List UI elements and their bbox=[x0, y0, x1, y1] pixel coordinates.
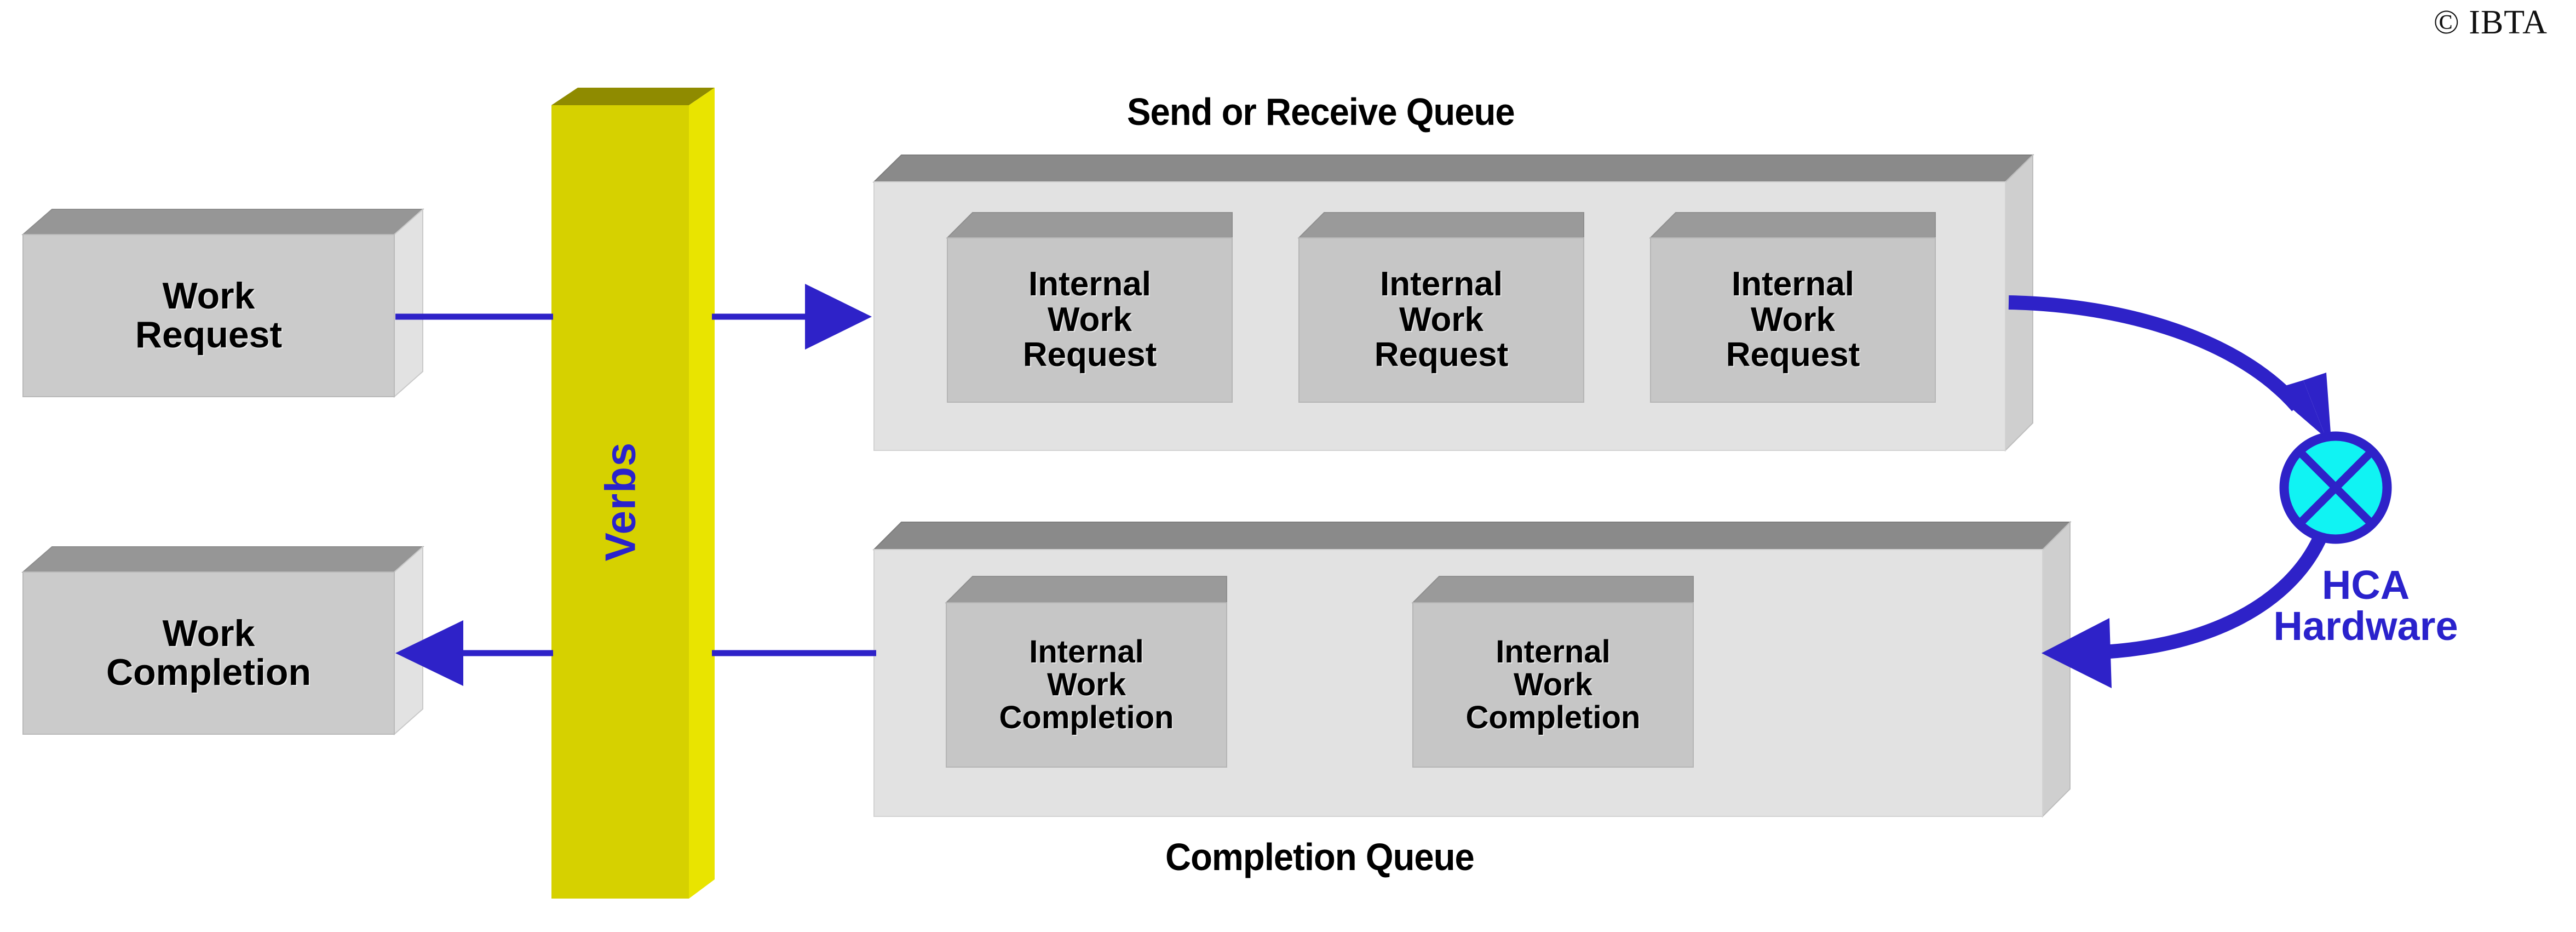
iwc1-line3: Completion bbox=[999, 700, 1174, 736]
iwr1-line3: Request bbox=[1022, 336, 1157, 374]
internal-work-completion-2-label: Internal Work Completion bbox=[1413, 603, 1693, 767]
work-completion-label-line2: Completion bbox=[106, 651, 311, 693]
iwc2-line2: Work bbox=[1514, 666, 1592, 702]
work-request-label-container: Work Request bbox=[23, 235, 394, 397]
iwr3-line2: Work bbox=[1751, 300, 1835, 339]
hca-hardware-label: HCA Hardware bbox=[2223, 564, 2508, 647]
work-completion-face: Work Completion bbox=[23, 572, 394, 734]
iwr2-line1: Internal bbox=[1380, 265, 1503, 304]
send-receive-queue-title: Send or Receive Queue bbox=[1127, 90, 1515, 133]
internal-work-request-2-label: Internal Work Request bbox=[1299, 238, 1584, 402]
iwr3-line3: Request bbox=[1726, 336, 1860, 374]
iwc2-line1: Internal bbox=[1496, 633, 1611, 670]
internal-work-request-3-label: Internal Work Request bbox=[1651, 238, 1935, 402]
iwr2-face: Internal Work Request bbox=[1299, 238, 1584, 402]
diagram-canvas: © IBTA Work Request Work Completion Verb… bbox=[0, 0, 2576, 932]
work-request-face: Work Request bbox=[23, 235, 394, 397]
iwc1-line2: Work bbox=[1047, 666, 1126, 702]
iwr1-face: Internal Work Request bbox=[947, 238, 1232, 402]
connector-verbs-to-send-receive-queue bbox=[712, 284, 872, 350]
work-request-label-line1: Work bbox=[162, 275, 255, 317]
connector-queue-to-hca bbox=[2008, 295, 2331, 438]
hca-label-line1: HCA bbox=[2321, 562, 2410, 608]
verbs-label: Verbs bbox=[596, 442, 645, 562]
iwr2-line2: Work bbox=[1399, 300, 1484, 339]
iwc2-line3: Completion bbox=[1465, 700, 1641, 736]
work-completion-label-line1: Work bbox=[162, 613, 255, 655]
iwr2-line3: Request bbox=[1374, 336, 1509, 374]
hca-label-line2: Hardware bbox=[2273, 603, 2458, 649]
crossed-circle-switch-icon bbox=[2279, 431, 2392, 544]
diagram-vector-layer bbox=[21, 88, 2392, 899]
iwc1-line1: Internal bbox=[1029, 633, 1144, 670]
internal-work-completion-1-label: Internal Work Completion bbox=[946, 603, 1227, 767]
iwr1-line2: Work bbox=[1048, 300, 1132, 339]
iwc1-face: Internal Work Completion bbox=[946, 603, 1227, 767]
internal-work-request-1-label: Internal Work Request bbox=[947, 238, 1232, 402]
iwr1-line1: Internal bbox=[1028, 265, 1151, 304]
iwr3-face: Internal Work Request bbox=[1651, 238, 1935, 402]
work-completion-label-container: Work Completion bbox=[23, 572, 394, 734]
iwr3-line1: Internal bbox=[1732, 265, 1854, 304]
work-request-label-line2: Request bbox=[135, 314, 283, 356]
iwc2-face: Internal Work Completion bbox=[1413, 603, 1693, 767]
completion-queue-title: Completion Queue bbox=[1165, 836, 1475, 878]
